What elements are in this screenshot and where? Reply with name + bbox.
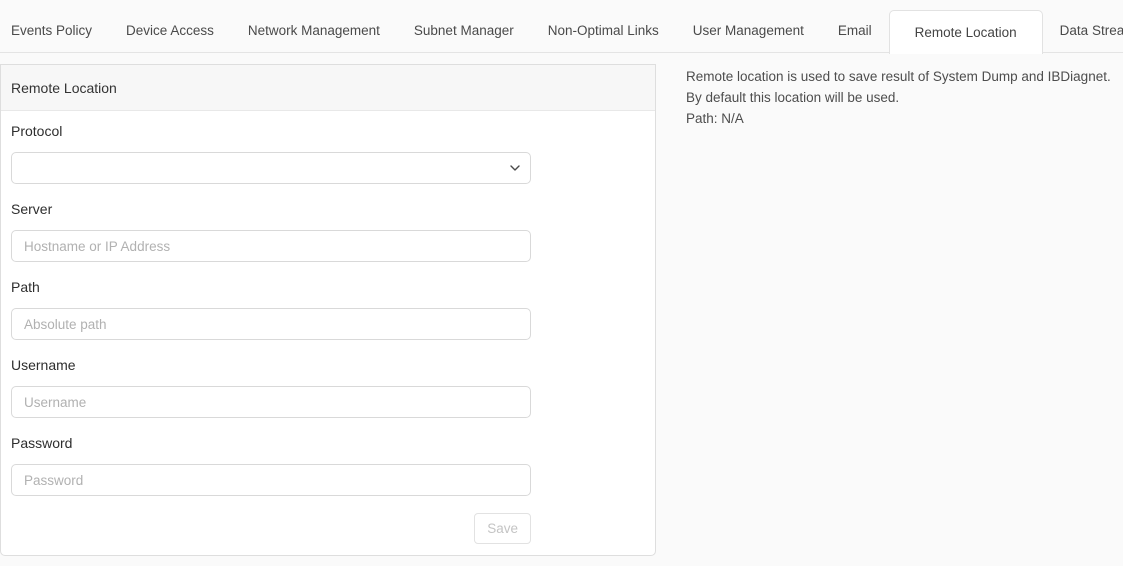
help-line-3: Path: N/A <box>686 108 1111 129</box>
protocol-label: Protocol <box>11 124 645 138</box>
tab-email[interactable]: Email <box>821 0 889 54</box>
tab-remote-location[interactable]: Remote Location <box>889 10 1043 54</box>
help-line-1: Remote location is used to save result o… <box>686 66 1111 87</box>
password-input[interactable] <box>11 464 531 496</box>
tab-events-policy[interactable]: Events Policy <box>0 0 109 54</box>
protocol-field: Protocol <box>11 124 645 184</box>
help-text: Remote location is used to save result o… <box>686 66 1111 129</box>
username-input[interactable] <box>11 386 531 418</box>
tab-network-management[interactable]: Network Management <box>231 0 397 54</box>
panel-title: Remote Location <box>1 65 655 111</box>
protocol-select-wrap <box>11 152 531 184</box>
remote-location-form: Protocol Server Path Username <box>1 111 655 555</box>
username-label: Username <box>11 358 645 372</box>
path-field: Path <box>11 280 645 340</box>
remote-location-panel: Remote Location Protocol Server Path <box>0 64 656 556</box>
path-label: Path <box>11 280 645 294</box>
tab-list: Events Policy Device Access Network Mana… <box>0 0 1123 54</box>
tab-data-streaming[interactable]: Data Strea <box>1043 0 1123 54</box>
tab-non-optimal-links[interactable]: Non-Optimal Links <box>531 0 676 54</box>
protocol-select[interactable] <box>11 152 531 184</box>
tab-subnet-manager[interactable]: Subnet Manager <box>397 0 531 54</box>
username-field: Username <box>11 358 645 418</box>
save-button[interactable]: Save <box>474 513 531 544</box>
tab-user-management[interactable]: User Management <box>676 0 821 54</box>
content-area: Remote Location Protocol Server Path <box>0 54 1123 556</box>
server-field: Server <box>11 202 645 262</box>
settings-tab-bar: Events Policy Device Access Network Mana… <box>0 0 1123 54</box>
password-field: Password <box>11 436 645 496</box>
server-input[interactable] <box>11 230 531 262</box>
password-label: Password <box>11 436 645 450</box>
path-input[interactable] <box>11 308 531 340</box>
help-line-2: By default this location will be used. <box>686 87 1111 108</box>
save-row: Save <box>11 513 531 544</box>
server-label: Server <box>11 202 645 216</box>
tab-device-access[interactable]: Device Access <box>109 0 231 54</box>
